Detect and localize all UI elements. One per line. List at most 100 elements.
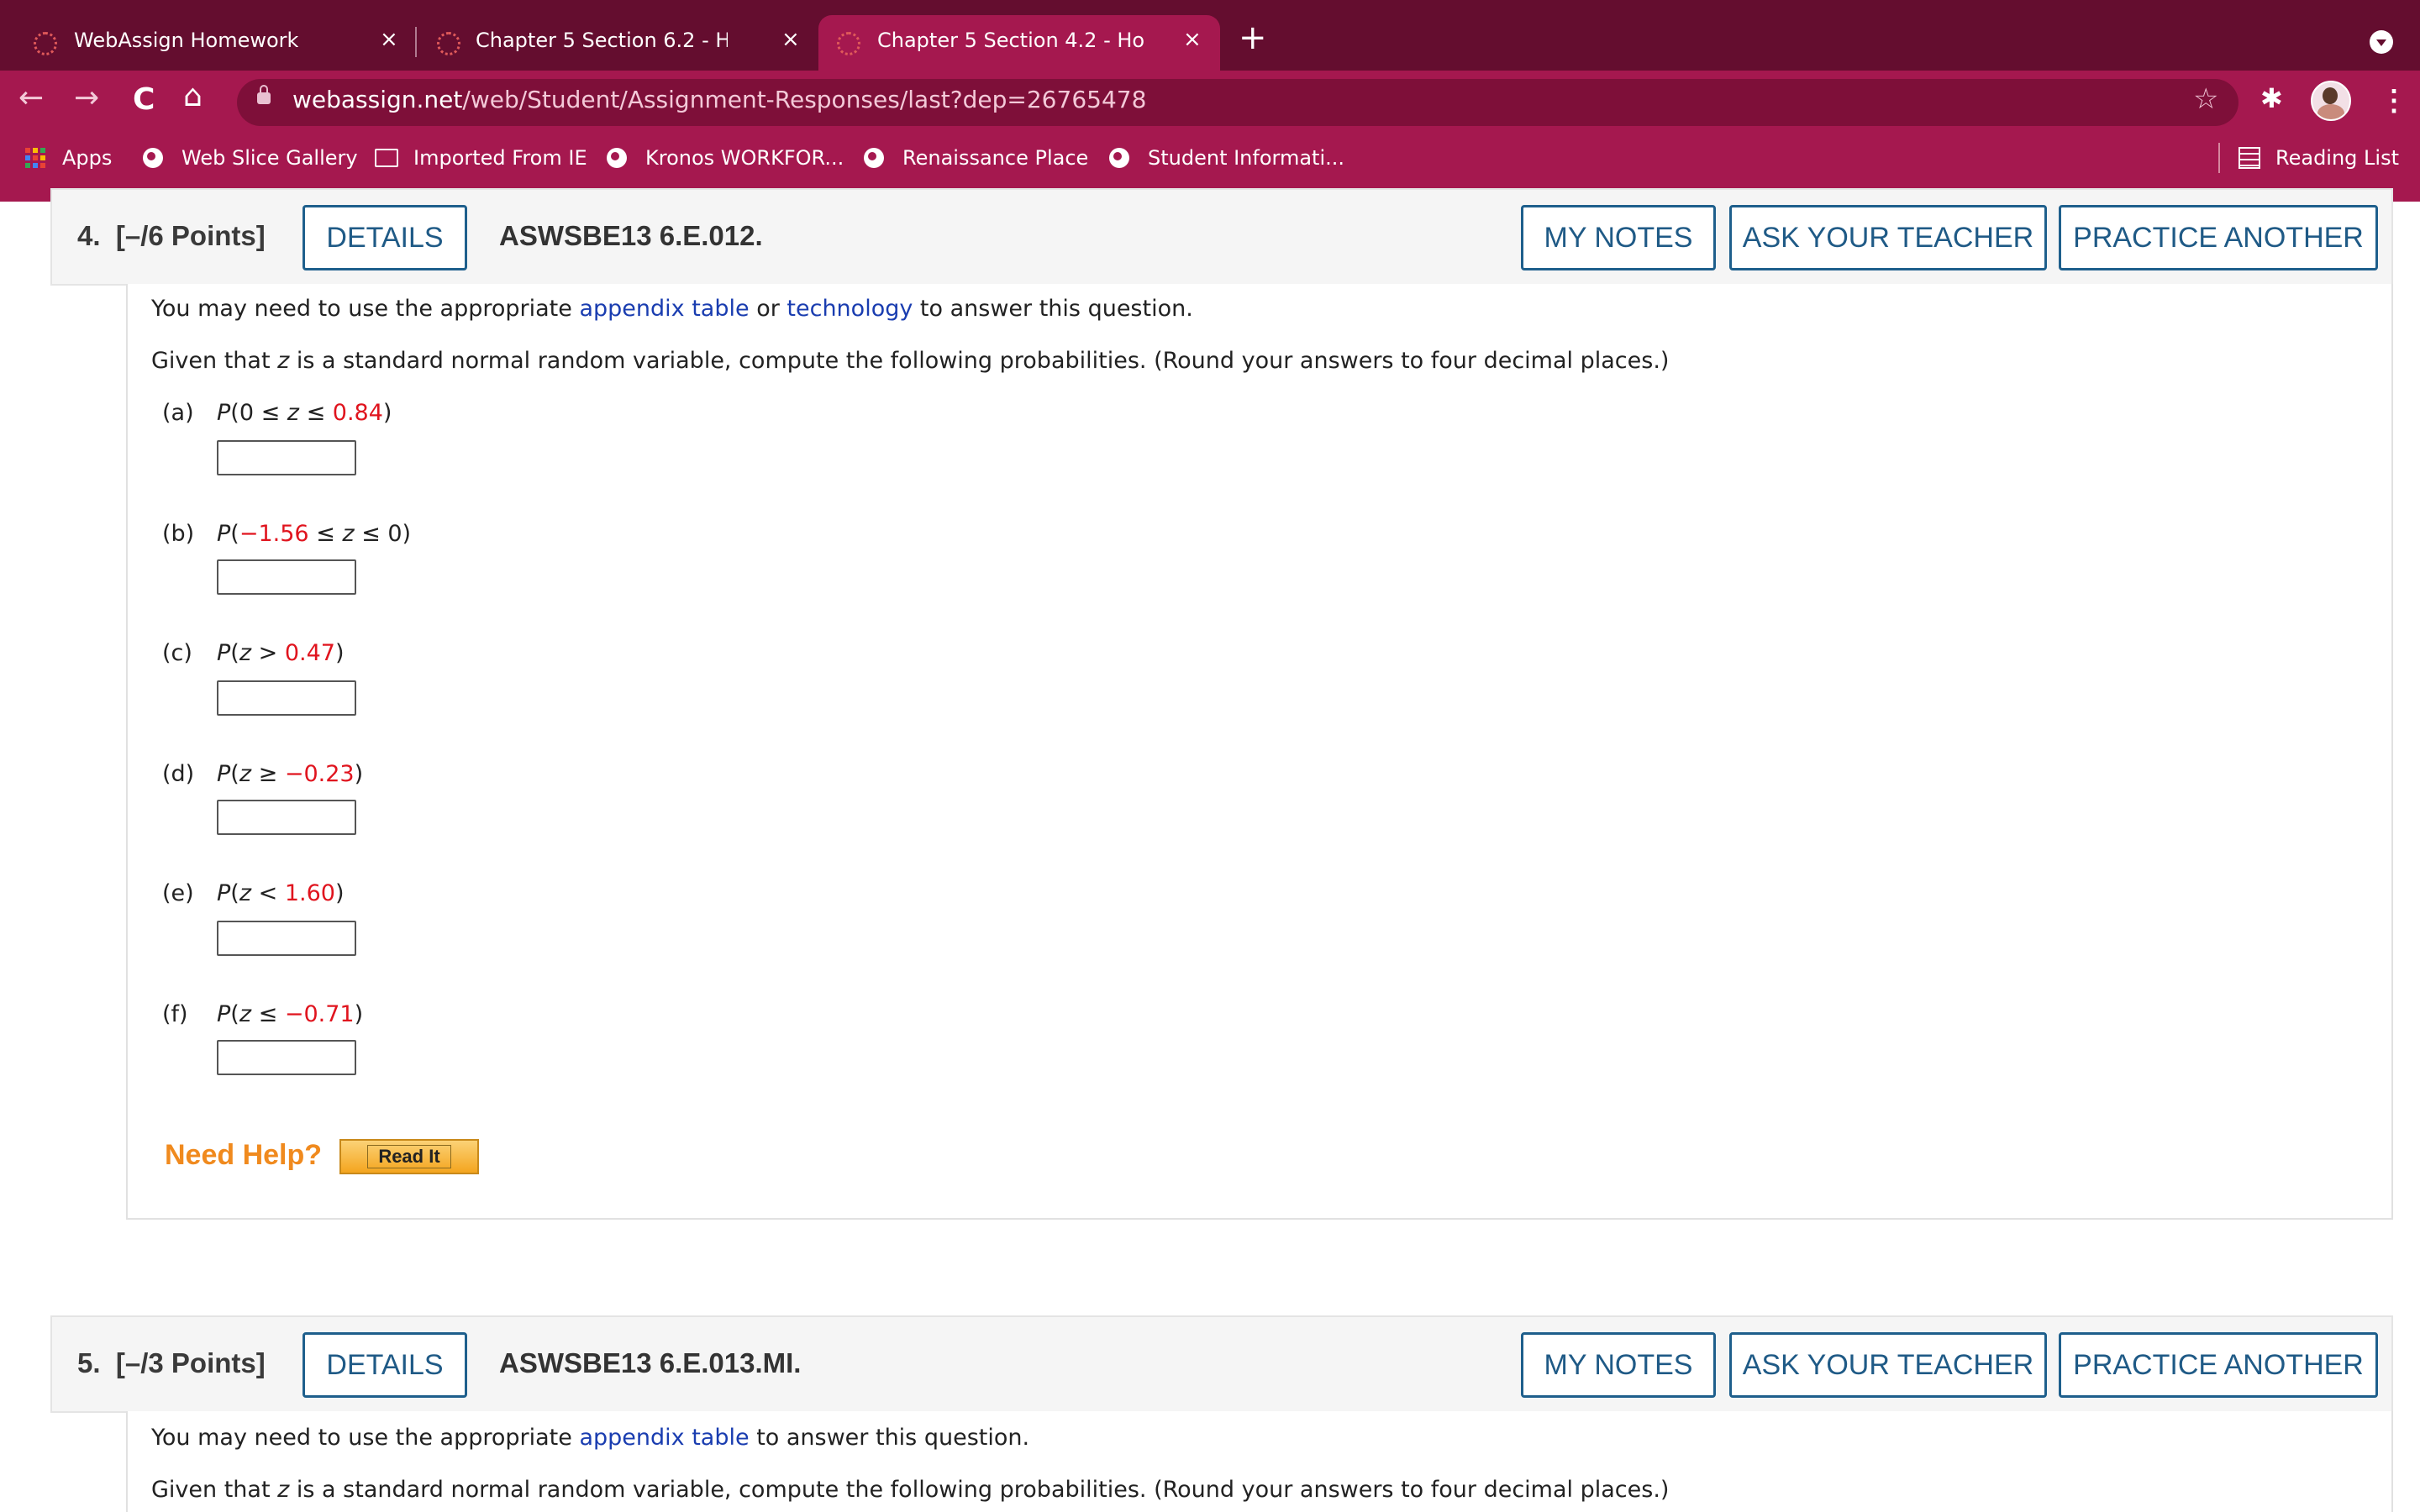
part-expression-b: P(−1.56 ≤ z ≤ 0) [217, 521, 411, 547]
expr-text: ≤ 0) [354, 521, 412, 547]
reading-list-label: Reading List [2275, 146, 2399, 170]
question-intro: You may need to use the appropriate appe… [151, 296, 1193, 322]
webassign-favicon-icon [437, 32, 460, 55]
question-5-header: 5. [–/3 Points] DETAILS ASWSBE13 6.E.013… [50, 1315, 2393, 1413]
variable-z: z [277, 348, 290, 374]
bookmark-label: Apps [62, 146, 113, 170]
close-icon[interactable]: × [380, 27, 398, 52]
ask-your-teacher-button[interactable]: ASK YOUR TEACHER [1729, 1332, 2047, 1398]
bookmark-label: Kronos WORKFOR... [645, 146, 844, 170]
bookmark-apps[interactable]: Apps [25, 144, 112, 171]
part-expression-e: P(z < 1.60) [217, 880, 345, 906]
prob-p: P [217, 640, 231, 666]
home-icon[interactable]: ⌂ [183, 79, 203, 113]
question-prompt: Given that z is a standard normal random… [151, 1477, 1669, 1503]
tab-webassign-homework[interactable]: WebAssign Homework × [0, 15, 415, 71]
expr-text: ≤ [298, 400, 333, 426]
bookmark-web-slice-gallery[interactable]: Web Slice Gallery [143, 144, 358, 171]
part-expression-d: P(z ≥ −0.23) [217, 761, 364, 787]
tab-title: Chapter 5 Section 4.2 - Homew [877, 29, 1146, 52]
answer-input-c[interactable] [217, 680, 356, 716]
lock-icon [257, 85, 271, 104]
bookmark-label: Renaissance Place [902, 146, 1089, 170]
ask-your-teacher-button[interactable]: ASK YOUR TEACHER [1729, 205, 2047, 270]
part-value-a: 0.84 [332, 400, 383, 426]
part-expression-a: P(0 ≤ z ≤ 0.84) [217, 400, 392, 426]
question-number: 4. [–/6 Points] [77, 220, 266, 252]
prob-p: P [217, 761, 231, 787]
expr-text: ( [230, 521, 239, 547]
practice-another-button[interactable]: PRACTICE ANOTHER [2059, 205, 2378, 270]
tab-chapter5-section42[interactable]: Chapter 5 Section 4.2 - Homew × [818, 15, 1220, 71]
part-value-f: −0.71 [284, 1001, 355, 1027]
question-number: 5. [–/3 Points] [77, 1347, 266, 1379]
expr-operator: < [251, 880, 285, 906]
expr-text: ) [382, 400, 392, 426]
url-text[interactable]: webassign.net/web/Student/Assignment-Res… [292, 86, 1146, 113]
menu-kebab-icon[interactable]: ⋮ [2380, 84, 2408, 118]
read-it-button[interactable]: Read It [339, 1139, 479, 1174]
intro-text: You may need to use the appropriate [151, 296, 580, 322]
details-button[interactable]: DETAILS [302, 205, 467, 270]
profile-avatar[interactable] [2311, 81, 2351, 121]
part-value-e: 1.60 [284, 880, 335, 906]
url-host: webassign.net [292, 86, 463, 113]
var-z: z [239, 1001, 252, 1027]
close-icon[interactable]: × [781, 27, 800, 52]
prompt-text: Given that [151, 1477, 278, 1503]
my-notes-button[interactable]: MY NOTES [1521, 1332, 1716, 1398]
new-tab-button[interactable]: + [1239, 18, 1267, 57]
tab-search-icon[interactable] [2370, 30, 2393, 54]
part-value-b: −1.56 [239, 521, 309, 547]
part-label-e: (e) [162, 880, 194, 906]
bookmark-label: Student Informati... [1148, 146, 1345, 170]
question-intro: You may need to use the appropriate appe… [151, 1425, 1029, 1451]
answer-input-e[interactable] [217, 921, 356, 956]
forward-arrow-icon[interactable]: → [74, 81, 99, 115]
globe-icon [864, 148, 884, 168]
var-z: z [342, 521, 355, 547]
part-label-a: (a) [162, 400, 194, 426]
bookmark-kronos[interactable]: Kronos WORKFOR... [607, 144, 844, 171]
webassign-favicon-icon [837, 32, 860, 55]
bookmark-renaissance-place[interactable]: Renaissance Place [864, 144, 1088, 171]
close-icon[interactable]: × [1183, 27, 1202, 52]
answer-input-b[interactable] [217, 559, 356, 595]
answer-input-f[interactable] [217, 1040, 356, 1075]
reading-list-button[interactable]: Reading List [2238, 144, 2399, 171]
prompt-text: Given that [151, 348, 278, 374]
answer-input-d[interactable] [217, 800, 356, 835]
bookmark-label: Web Slice Gallery [182, 146, 358, 170]
prompt-text: is a standard normal random variable, co… [289, 348, 1670, 374]
prob-p: P [217, 400, 231, 426]
answer-input-a[interactable] [217, 440, 356, 475]
technology-link[interactable]: technology [786, 296, 913, 322]
extensions-puzzle-icon[interactable]: ✱ [2260, 82, 2283, 114]
folder-icon [375, 149, 398, 167]
bookmark-imported-from-ie[interactable]: Imported From IE [375, 144, 587, 171]
reading-list-icon [2238, 147, 2260, 169]
intro-text: or [749, 296, 787, 322]
details-button[interactable]: DETAILS [302, 1332, 467, 1398]
tab-divider [415, 27, 417, 57]
expr-text: (0 ≤ [230, 400, 287, 426]
reload-icon[interactable]: C [133, 82, 155, 117]
back-arrow-icon[interactable]: ← [18, 81, 44, 115]
tab-strip: WebAssign Homework × Chapter 5 Section 6… [0, 0, 2420, 71]
expr-operator: ≤ [251, 1001, 285, 1027]
var-z: z [239, 640, 252, 666]
appendix-table-link[interactable]: appendix table [579, 1425, 749, 1451]
expr-operator: > [251, 640, 285, 666]
practice-another-button[interactable]: PRACTICE ANOTHER [2059, 1332, 2378, 1398]
appendix-table-link[interactable]: appendix table [579, 296, 749, 322]
question-prompt: Given that z is a standard normal random… [151, 348, 1669, 374]
question-code: ASWSBE13 6.E.012. [499, 220, 763, 251]
part-label-c: (c) [162, 640, 192, 666]
bookmark-star-icon[interactable]: ☆ [2193, 82, 2218, 116]
prob-p: P [217, 880, 231, 906]
bookmark-student-information[interactable]: Student Informati... [1109, 144, 1344, 171]
tab-chapter5-section62[interactable]: Chapter 5 Section 6.2 - Homew × [420, 15, 815, 71]
webassign-favicon-icon [34, 32, 57, 55]
var-z: z [287, 400, 299, 426]
my-notes-button[interactable]: MY NOTES [1521, 205, 1716, 270]
